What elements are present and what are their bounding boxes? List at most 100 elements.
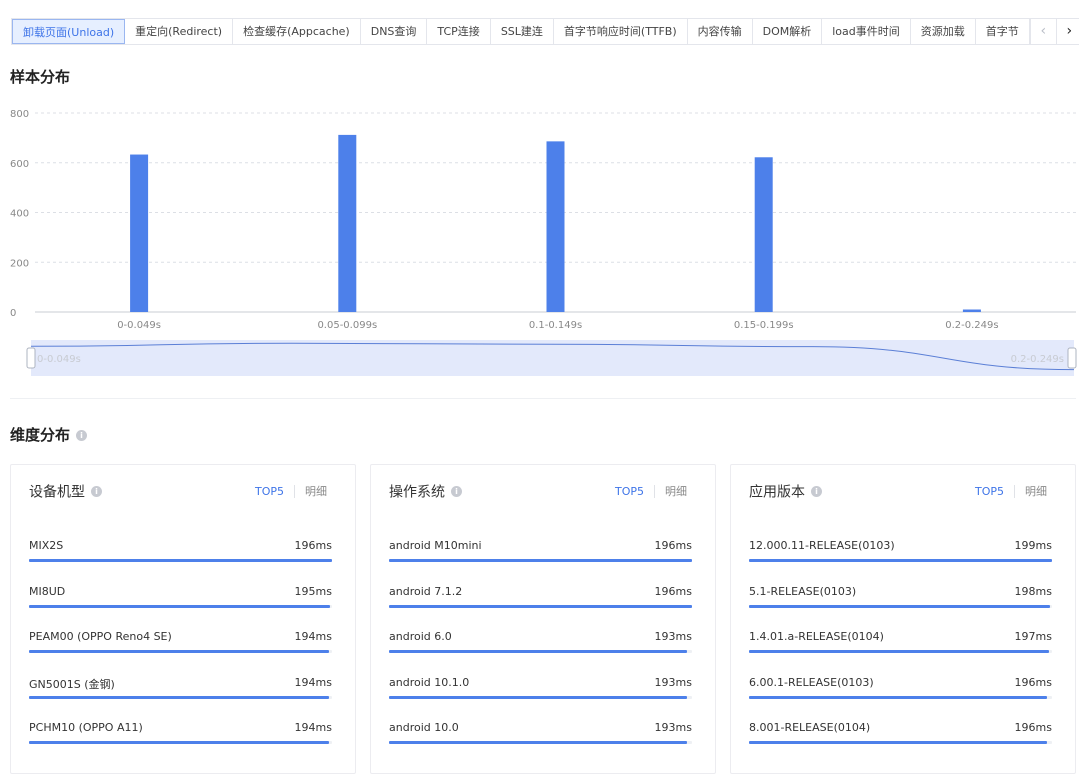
list-item[interactable]: MIX2S 196ms <box>29 537 332 583</box>
tab-load-event[interactable]: load事件时间 <box>822 19 911 44</box>
bar <box>338 134 357 312</box>
list-item[interactable]: android 10.0 193ms <box>389 719 692 765</box>
item-label: android 10.1.0 <box>389 675 470 689</box>
list-item[interactable]: PCHM10 (OPPO A11) 194ms <box>29 719 332 765</box>
list-item[interactable]: PEAM00 (OPPO Reno4 SE) 194ms <box>29 628 332 674</box>
y-tick-label: 600 <box>10 159 29 170</box>
item-label: 6.00.1-RELEASE(0103) <box>749 675 874 689</box>
zoom-range <box>31 340 1074 376</box>
y-tick-label: 0 <box>10 308 16 319</box>
item-value: 197ms <box>1014 630 1052 643</box>
progress-track <box>29 604 332 608</box>
detail-button[interactable]: 明细 <box>295 485 327 498</box>
progress-track <box>389 741 692 744</box>
y-tick-label: 800 <box>10 109 29 120</box>
list-item[interactable]: android 10.1.0 193ms <box>389 674 692 720</box>
zoom-handle-left[interactable] <box>26 347 36 369</box>
list-item[interactable]: GN5001S (金钢) 194ms <box>29 674 332 720</box>
progress-track <box>389 650 692 653</box>
tab-content-transfer[interactable]: 内容传输 <box>688 19 753 44</box>
list-item[interactable]: 6.00.1-RELEASE(0103) 196ms <box>749 674 1052 720</box>
tab-redirect[interactable]: 重定向(Redirect) <box>125 19 234 44</box>
card-actions: TOP5 明细 <box>614 483 687 499</box>
item-label: 12.000.11-RELEASE(0103) <box>749 539 895 552</box>
zoom-end-label: 0.2-0.249s <box>1011 354 1064 365</box>
top5-button[interactable]: TOP5 <box>614 485 655 498</box>
item-label: android 7.1.2 <box>389 584 463 598</box>
item-label: MIX2S <box>29 539 64 552</box>
item-label: PCHM10 (OPPO A11) <box>29 721 143 734</box>
chevron-right-icon[interactable]: › <box>1055 19 1080 44</box>
tab-appcache[interactable]: 检查缓存(Appcache) <box>233 19 361 44</box>
progress-bar <box>389 604 692 608</box>
dimension-distribution-header: 维度分布 i <box>10 424 88 445</box>
card-operating-system: 操作系统 i TOP5 明细 android M10mini 196ms android… <box>370 464 716 774</box>
section-divider <box>10 398 1076 399</box>
tab-unload[interactable]: 卸载页面(Unload) <box>12 19 126 44</box>
progress-bar <box>749 604 1051 608</box>
chevron-left-icon[interactable]: ‹ <box>1029 19 1056 44</box>
list-item[interactable]: 5.1-RELEASE(0103) 198ms <box>749 583 1052 629</box>
tab-resource-load[interactable]: 资源加载 <box>911 19 976 44</box>
list-item[interactable]: android 7.1.2 196ms <box>389 583 692 629</box>
item-value: 196ms <box>654 584 692 598</box>
bar <box>962 309 981 312</box>
item-label: 1.4.01.a-RELEASE(0104) <box>749 630 884 643</box>
card-title: 设备机型 <box>29 484 85 501</box>
top5-button[interactable]: TOP5 <box>974 485 1015 498</box>
ranking-list: MIX2S 196ms MI8UD 195ms PEAM00 (OPPO Reno4 S… <box>29 537 332 765</box>
progress-track <box>749 604 1052 608</box>
list-item[interactable]: 8.001-RELEASE(0104) 196ms <box>749 719 1052 765</box>
card-title: 操作系统 <box>389 484 445 501</box>
detail-button[interactable]: 明细 <box>1015 485 1047 498</box>
tab-dom-parse[interactable]: DOM解析 <box>753 19 823 44</box>
progress-track <box>29 695 332 699</box>
progress-track <box>749 559 1052 562</box>
progress-bar <box>29 741 329 744</box>
progress-bar <box>749 650 1049 653</box>
progress-bar <box>29 559 332 562</box>
list-item[interactable]: 12.000.11-RELEASE(0103) 199ms <box>749 537 1052 583</box>
card-device-model: 设备机型 i TOP5 明细 MIX2S 196ms MI8UD 195ms PEAM00 … <box>10 464 356 774</box>
tab-tcp[interactable]: TCP连接 <box>427 19 491 44</box>
bar <box>130 154 149 312</box>
card-app-version: 应用版本 i TOP5 明细 12.000.11-RELEASE(0103) 199m… <box>730 464 1076 774</box>
tab-ttfb[interactable]: 首字节响应时间(TTFB) <box>554 19 688 44</box>
tab-first-byte[interactable]: 首字节 <box>976 19 1030 44</box>
item-value: 193ms <box>654 675 692 689</box>
item-value: 196ms <box>1014 721 1052 734</box>
progress-bar <box>29 650 329 653</box>
item-value: 194ms <box>294 630 332 643</box>
info-icon[interactable]: i <box>76 430 88 441</box>
item-label: 5.1-RELEASE(0103) <box>749 584 857 598</box>
item-value: 194ms <box>294 721 332 734</box>
list-item[interactable]: 1.4.01.a-RELEASE(0104) 197ms <box>749 628 1052 674</box>
item-value: 199ms <box>1014 539 1052 552</box>
list-item[interactable]: android M10mini 196ms <box>389 537 692 583</box>
progress-bar <box>29 604 331 608</box>
info-icon[interactable]: i <box>811 486 822 497</box>
info-icon[interactable]: i <box>451 486 462 497</box>
card-title: 应用版本 <box>749 484 805 501</box>
progress-track <box>389 559 692 562</box>
card-header: 设备机型 i TOP5 明细 <box>29 481 337 501</box>
progress-track <box>389 695 692 699</box>
y-tick-label: 400 <box>10 209 29 220</box>
list-item[interactable]: MI8UD 195ms <box>29 583 332 629</box>
item-value: 196ms <box>1014 675 1052 689</box>
progress-bar <box>749 695 1048 699</box>
tab-dns[interactable]: DNS查询 <box>361 19 428 44</box>
item-value: 198ms <box>1014 584 1052 598</box>
x-tick-label: 0.05-0.099s <box>317 320 377 331</box>
x-tick-label: 0.15-0.199s <box>734 320 794 331</box>
ranking-list: android M10mini 196ms android 7.1.2 196ms an… <box>389 537 692 765</box>
list-item[interactable]: android 6.0 193ms <box>389 628 692 674</box>
x-tick-label: 0.2-0.249s <box>945 320 998 331</box>
info-icon[interactable]: i <box>91 486 102 497</box>
detail-button[interactable]: 明细 <box>655 485 687 498</box>
progress-bar <box>749 559 1052 562</box>
zoom-handle-right[interactable] <box>1067 347 1077 369</box>
item-label: 8.001-RELEASE(0104) <box>749 721 871 734</box>
tab-ssl[interactable]: SSL建连 <box>491 19 554 44</box>
top5-button[interactable]: TOP5 <box>254 485 295 498</box>
